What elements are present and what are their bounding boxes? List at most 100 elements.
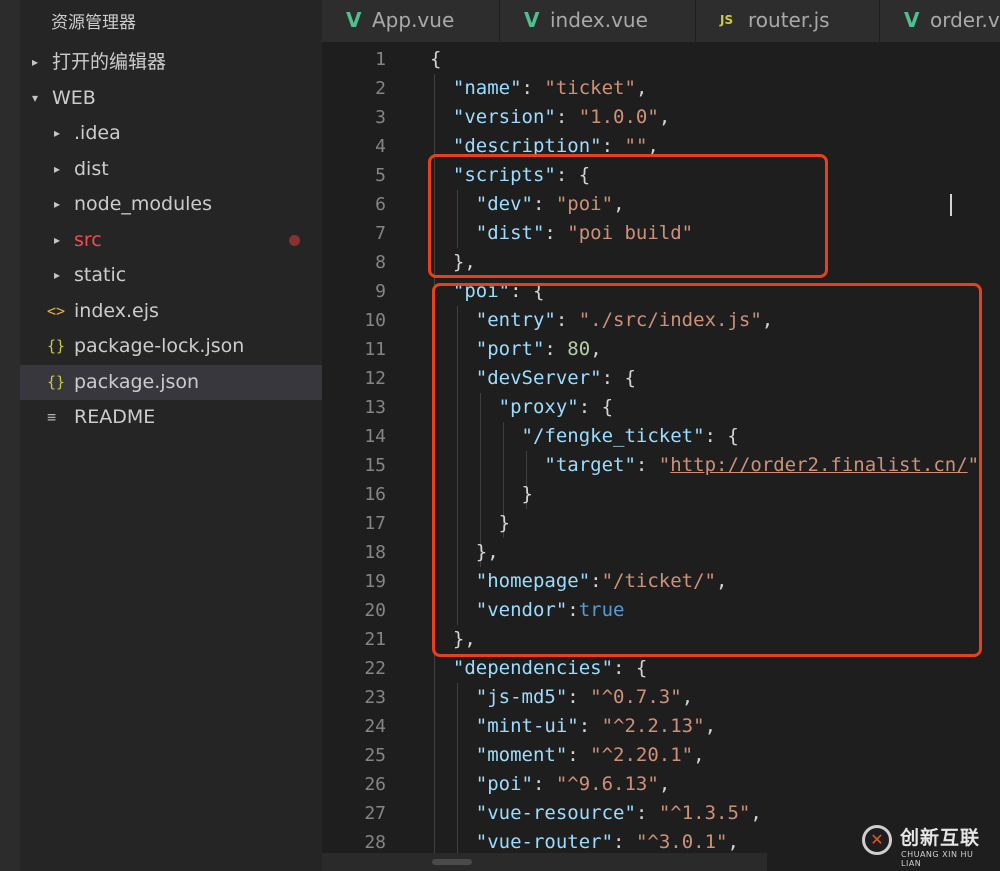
explorer-item[interactable]: {} package-lock.json — [20, 329, 322, 364]
editor-tab[interactable]: JS router.js — [696, 0, 880, 42]
json-file-icon: {} — [47, 372, 66, 391]
code-editor[interactable]: 1{2 "name": "ticket", 3 "version": "1.0.0… — [322, 42, 1000, 871]
line-number: 11 — [364, 339, 386, 360]
editor-tab[interactable]: Vorder.v — [880, 0, 1000, 42]
line-number: 27 — [364, 803, 386, 824]
line-number: 4 — [375, 136, 386, 157]
code-token: "js-md5" — [475, 686, 568, 708]
chevron-right-icon[interactable]: ▸ — [54, 223, 60, 258]
code-token: "^3.0.1" — [635, 831, 728, 853]
editor-tab[interactable]: Vindex.vue — [500, 0, 696, 42]
explorer-item[interactable]: ▸ static — [20, 258, 322, 293]
code-line: 23 "js-md5": "^0.7.3", — [322, 683, 1000, 712]
line-number: 9 — [375, 281, 386, 302]
json-file-icon: {} — [47, 337, 66, 355]
modified-dot-icon — [289, 234, 300, 246]
tab-label: index.vue — [550, 8, 648, 32]
code-token: , — [635, 77, 648, 99]
poi-config-highlight-box — [432, 283, 982, 657]
code-line: 22 "dependencies": { — [322, 654, 1000, 683]
horizontal-scrollbar[interactable] — [322, 853, 767, 871]
line-number: 24 — [364, 716, 386, 737]
explorer-item[interactable]: ▸ dist — [20, 152, 322, 187]
chevron-down-icon[interactable]: ▾ — [32, 81, 38, 116]
code-token: , — [658, 106, 671, 128]
code-token: : — [555, 106, 579, 128]
line-number: 13 — [364, 397, 386, 418]
explorer-item[interactable]: ▸ node_modules — [20, 187, 322, 222]
line-number: 19 — [364, 571, 386, 592]
scripts-highlight-box — [428, 154, 828, 278]
code-token: "^2.20.1" — [590, 744, 694, 766]
code-token: , — [727, 831, 739, 853]
code-text: "dependencies": { — [430, 654, 647, 683]
code-token: { — [430, 48, 442, 70]
chevron-right-icon[interactable]: ▸ — [32, 45, 38, 80]
code-text: "vue-resource": "^1.3.5", — [430, 799, 762, 828]
brand-name-cn: 创新互联 — [900, 827, 981, 849]
explorer-item-label: dist — [74, 157, 109, 180]
code-token: : — [578, 715, 602, 737]
line-number: 22 — [364, 658, 386, 679]
code-line: 26 "poi": "^9.6.13", — [322, 770, 1000, 799]
explorer-item-label: src — [74, 228, 102, 251]
explorer-item[interactable]: ≡ README — [20, 400, 322, 435]
line-number: 15 — [364, 455, 386, 476]
explorer-item[interactable]: <> index.ejs — [20, 294, 322, 329]
code-text: "js-md5": "^0.7.3", — [430, 683, 693, 712]
code-line: 24 "mint-ui": "^2.2.13", — [322, 712, 1000, 741]
chevron-right-icon[interactable]: ▸ — [54, 116, 60, 151]
line-number: 7 — [375, 223, 386, 244]
line-number: 14 — [364, 426, 386, 447]
code-text: "version": "1.0.0", — [430, 103, 670, 132]
explorer-item-label: .idea — [74, 122, 121, 144]
chevron-right-icon[interactable]: ▸ — [54, 258, 60, 293]
code-text: "moment": "^2.20.1", — [430, 741, 705, 770]
explorer-item[interactable]: ▸ .idea — [20, 116, 322, 151]
explorer-item-label: index.ejs — [74, 299, 159, 322]
explorer-title: 资源管理器 — [51, 13, 136, 33]
tab-label: router.js — [748, 8, 830, 32]
explorer-item-label: package-lock.json — [74, 335, 245, 357]
line-number: 16 — [364, 484, 386, 505]
code-token: "^2.2.13" — [601, 715, 705, 737]
code-token: "vue-resource" — [475, 802, 636, 824]
line-number: 17 — [364, 513, 386, 534]
line-number: 8 — [375, 252, 386, 273]
explorer-item[interactable]: ▸ src — [20, 223, 322, 258]
code-line: 25 "moment": "^2.20.1", — [322, 741, 1000, 770]
explorer-item[interactable]: ▾ WEB — [20, 81, 322, 116]
vue-file-icon: V — [346, 8, 362, 32]
line-number: 1 — [375, 49, 386, 70]
code-token: "^9.6.13" — [555, 773, 659, 795]
code-token: : — [567, 744, 591, 766]
line-number: 6 — [375, 194, 386, 215]
brand-name-en: CHUANG XIN HU LIAN — [901, 850, 974, 868]
explorer-item[interactable]: ▸ 打开的编辑器 — [20, 45, 322, 80]
code-line: 1{ — [322, 45, 1000, 74]
explorer-item-label: 打开的编辑器 — [52, 51, 167, 73]
line-number: 3 — [375, 107, 386, 128]
chevron-right-icon[interactable]: ▸ — [54, 152, 60, 187]
code-text: "name": "ticket", — [430, 74, 648, 103]
line-number: 21 — [364, 629, 386, 650]
code-token: : — [613, 831, 636, 853]
readme-file-icon: ≡ — [47, 408, 57, 426]
code-text: "poi": "^9.6.13", — [430, 770, 671, 799]
watermark-logo: ✕ 创新互联 CHUANG XIN HU LIAN — [862, 822, 994, 868]
scrollbar-thumb[interactable] — [432, 859, 472, 865]
explorer-item[interactable]: {} package.json — [20, 364, 322, 400]
chevron-right-icon[interactable]: ▸ — [54, 187, 60, 222]
code-line: 3 "version": "1.0.0", — [322, 103, 1000, 132]
editor-tab[interactable]: V App.vue — [322, 0, 500, 42]
ejs-file-icon: <> — [47, 301, 66, 320]
code-text: "mint-ui": "^2.2.13", — [430, 712, 716, 741]
text-cursor — [950, 194, 952, 216]
line-number: 26 — [364, 774, 386, 795]
